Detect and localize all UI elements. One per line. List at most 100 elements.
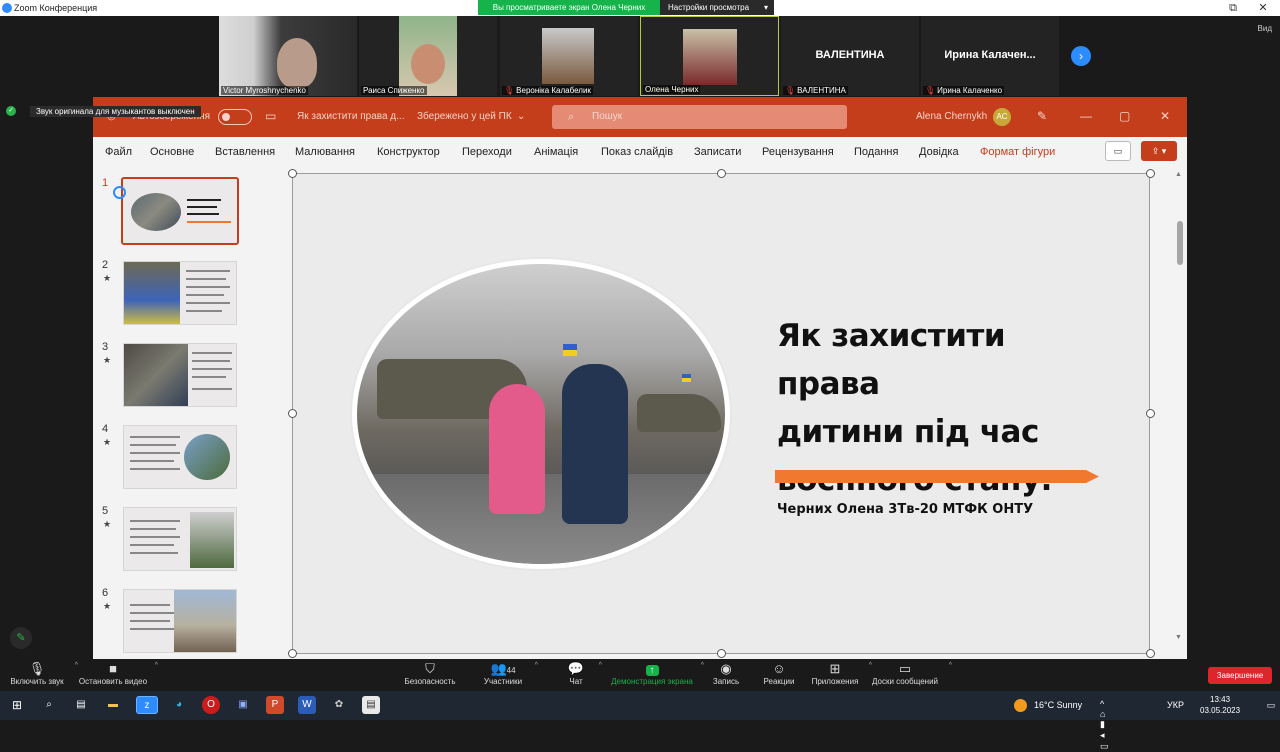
chevron-up-icon[interactable]: ^ (535, 662, 538, 669)
save-icon[interactable]: ▭ (265, 109, 276, 123)
chevron-up-icon[interactable]: ^ (949, 662, 952, 669)
tab-transitions[interactable]: Переходи (462, 146, 512, 158)
whiteboard-icon: ▭ (898, 661, 912, 676)
resize-handle[interactable] (1146, 409, 1155, 418)
opera-icon[interactable]: O (202, 696, 220, 714)
search-icon[interactable]: ⌕ (40, 696, 58, 714)
slide-thumbnail[interactable] (123, 261, 237, 325)
reactions-button[interactable]: ☺ Реакции (760, 659, 798, 691)
resize-handle[interactable] (288, 649, 297, 658)
participant-tile[interactable]: Ирина Калачен... 🎙 Ирина Калаченко (921, 16, 1059, 96)
task-view-icon[interactable]: ▤ (72, 696, 90, 714)
vertical-scrollbar[interactable]: ▲ ▼ (1174, 169, 1187, 659)
powerpoint-icon[interactable]: P (266, 696, 284, 714)
resize-handle[interactable] (717, 169, 726, 178)
tab-insert[interactable]: Вставлення (215, 146, 275, 158)
participant-tile[interactable]: 🎙 Вероніка Калабелик (500, 16, 638, 96)
chevron-up-icon[interactable]: ^ (599, 662, 602, 669)
thumb-line (187, 206, 217, 208)
word-icon[interactable]: W (298, 696, 316, 714)
edge-icon[interactable]: ◕ (170, 696, 188, 714)
participant-tile-active[interactable]: Олена Черних (640, 16, 779, 96)
clock[interactable]: 13:43 03.05.2023 (1200, 694, 1240, 716)
slide-thumbnail[interactable] (123, 589, 237, 653)
participant-tile[interactable]: Раиса Спиженко (359, 16, 497, 96)
scrollbar-thumb[interactable] (1177, 221, 1183, 265)
tab-animations[interactable]: Анімація (534, 146, 578, 158)
app-icon[interactable]: ✿ (330, 696, 348, 714)
chat-button[interactable]: 💬 Чат ^ (560, 659, 602, 691)
chevron-up-icon[interactable]: ^ (155, 662, 158, 669)
weather-text[interactable]: 16°C Sunny (1034, 700, 1082, 710)
resize-handle[interactable] (288, 409, 297, 418)
chevron-down-icon[interactable]: ⌄ (517, 111, 525, 122)
autosave-toggle[interactable] (218, 109, 252, 125)
whiteboards-button[interactable]: ▭ Доски сообщений ^ (868, 659, 952, 691)
participant-tile[interactable]: Victor Myroshnychenko (219, 16, 357, 96)
language-indicator[interactable]: УКР (1167, 700, 1184, 710)
share-screen-button[interactable]: ↑ Демонстрация экрана ^ (610, 659, 704, 691)
user-name[interactable]: Alena Chernykh (916, 111, 987, 122)
apps-button[interactable]: ⊞ Приложения ^ (808, 659, 872, 691)
slide-thumbnail[interactable] (123, 507, 237, 571)
doc-title[interactable]: Як захистити права д... (297, 111, 404, 122)
record-button[interactable]: ◉ Запись (708, 659, 744, 691)
next-page-icon[interactable]: › (1071, 46, 1091, 66)
zoom-logo-icon (2, 3, 12, 13)
chevron-up-icon[interactable]: ^ (701, 662, 704, 669)
participant-name-text: Вероніка Калабелик (516, 86, 591, 95)
end-meeting-button[interactable]: Завершение (1208, 667, 1272, 684)
tray-icons[interactable]: ^ ⌂ ▮ ◂ ▭ (1100, 699, 1113, 752)
notepad-icon[interactable]: ▤ (362, 696, 380, 714)
saved-state[interactable]: Збережено у цей ПК (417, 111, 512, 122)
tab-record[interactable]: Записати (694, 146, 741, 158)
tab-file[interactable]: Файл (105, 146, 132, 158)
stop-video-button[interactable]: ■ Остановить видео ^ (78, 659, 158, 691)
file-explorer-icon[interactable]: ▬ (104, 696, 122, 714)
thumb-line (192, 360, 230, 362)
start-icon[interactable]: ⊞ (8, 696, 26, 714)
tab-review[interactable]: Рецензування (762, 146, 834, 158)
resize-handle[interactable] (1146, 169, 1155, 178)
maximize-icon[interactable]: ▢ (1119, 109, 1130, 123)
tab-view[interactable]: Подання (854, 146, 898, 158)
tab-home[interactable]: Основне (150, 146, 194, 158)
minimize-icon[interactable]: — (1080, 109, 1092, 123)
resize-handle[interactable] (288, 169, 297, 178)
audio-notification: ✓ Звук оригинала для музыкантов выключен (6, 104, 201, 118)
tab-design[interactable]: Конструктор (377, 146, 440, 158)
annotate-pen-icon[interactable]: ✎ (10, 627, 32, 649)
tab-help[interactable]: Довідка (919, 146, 959, 158)
share-button[interactable]: ⇪ ▾ (1141, 141, 1177, 161)
notifications-icon[interactable]: ▭ (1262, 696, 1280, 714)
comment-button[interactable]: ▭ (1105, 141, 1131, 161)
participant-tile[interactable]: ВАЛЕНТИНА 🎙 ВАЛЕНТИНА (781, 16, 919, 96)
view-tag[interactable]: Вид (1258, 24, 1272, 33)
zoom-app-icon[interactable]: z (136, 696, 158, 714)
pen-icon[interactable]: ✎ (1037, 109, 1047, 123)
restore-icon[interactable]: ⧉ (1220, 0, 1246, 16)
mic-muted-icon: 🎙 (785, 86, 796, 95)
participants-button[interactable]: 👥44 Участники ^ (478, 659, 538, 691)
scroll-up-icon[interactable]: ▲ (1175, 171, 1182, 178)
tab-slideshow[interactable]: Показ слайдів (601, 146, 673, 158)
avatar[interactable]: AC (993, 108, 1011, 126)
scroll-down-icon[interactable]: ▼ (1175, 634, 1182, 641)
resize-handle[interactable] (717, 649, 726, 658)
security-button[interactable]: ⛉ Безопасность (400, 659, 460, 691)
store-icon[interactable]: ▣ (234, 696, 252, 714)
slide-number: 5 (102, 505, 109, 517)
participant-face (411, 44, 445, 84)
slide-thumbnail[interactable] (123, 343, 237, 407)
close-icon[interactable]: ✕ (1250, 0, 1276, 16)
search-input[interactable]: ⌕ Пошук (552, 105, 847, 129)
toggle-knob (222, 113, 230, 121)
slide-thumbnail[interactable] (121, 177, 239, 245)
tab-draw[interactable]: Малювання (295, 146, 355, 158)
close-icon[interactable]: ✕ (1160, 109, 1170, 123)
view-options-button[interactable]: Настройки просмотра ▾ (660, 0, 774, 15)
unmute-button[interactable]: 🎙 Включить звук ^ (6, 659, 78, 691)
slide-thumbnail[interactable] (123, 425, 237, 489)
resize-handle[interactable] (1146, 649, 1155, 658)
tab-shape-format[interactable]: Формат фігури (980, 146, 1055, 158)
